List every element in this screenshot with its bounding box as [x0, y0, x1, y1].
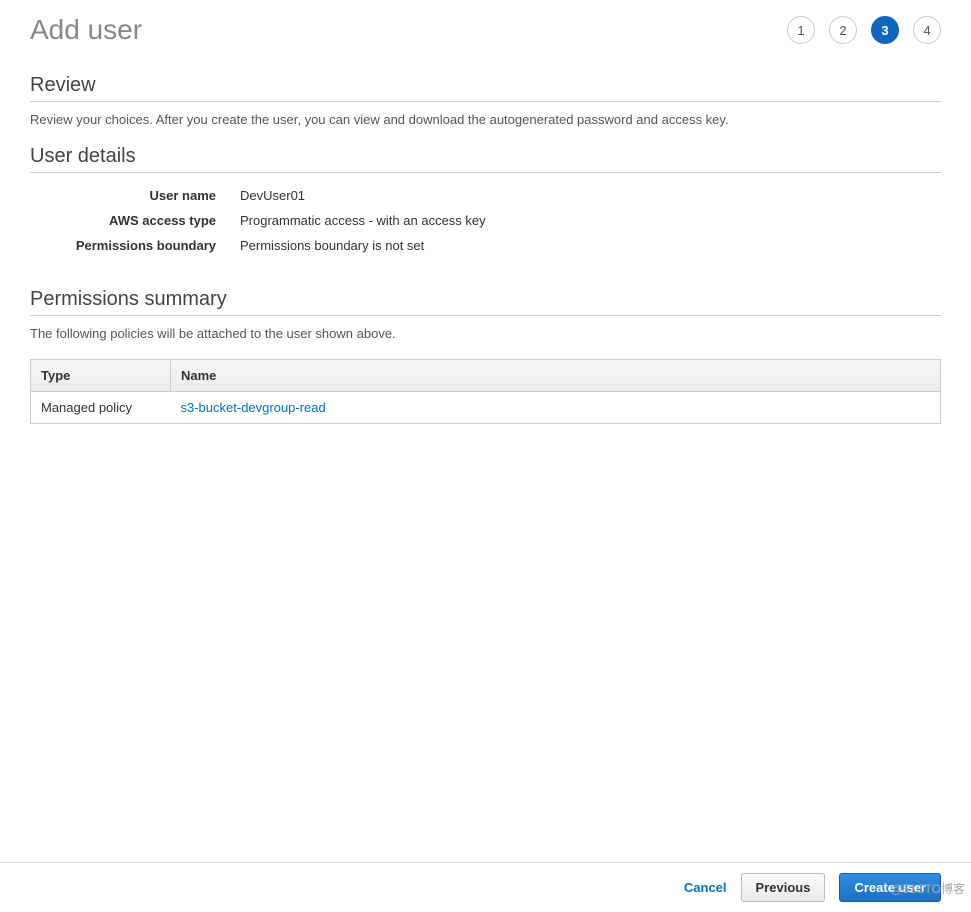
policy-row: Managed policy s3-bucket-devgroup-read: [31, 392, 941, 424]
user-details-table: User name DevUser01 AWS access type Prog…: [30, 183, 941, 258]
policy-type: Managed policy: [31, 392, 171, 424]
value-permissions-boundary: Permissions boundary is not set: [240, 233, 941, 258]
column-header-type: Type: [31, 360, 171, 392]
column-header-name: Name: [171, 360, 941, 392]
create-user-button[interactable]: Create user: [839, 873, 941, 902]
value-access-type: Programmatic access - with an access key: [240, 208, 941, 233]
wizard-stepper: 1 2 3 4: [787, 16, 941, 44]
permissions-policy-table: Type Name Managed policy s3-bucket-devgr…: [30, 359, 941, 424]
label-access-type: AWS access type: [30, 208, 240, 233]
permissions-summary-heading: Permissions summary: [30, 288, 941, 316]
review-heading: Review: [30, 74, 941, 102]
previous-button[interactable]: Previous: [741, 873, 826, 902]
detail-row-access-type: AWS access type Programmatic access - wi…: [30, 208, 941, 233]
label-permissions-boundary: Permissions boundary: [30, 233, 240, 258]
detail-row-permissions-boundary: Permissions boundary Permissions boundar…: [30, 233, 941, 258]
cancel-button[interactable]: Cancel: [684, 880, 727, 895]
review-description: Review your choices. After you create th…: [30, 112, 941, 127]
detail-row-username: User name DevUser01: [30, 183, 941, 208]
step-4[interactable]: 4: [913, 16, 941, 44]
permissions-summary-description: The following policies will be attached …: [30, 326, 941, 341]
page-title: Add user: [30, 14, 142, 46]
wizard-footer: Cancel Previous Create user: [0, 862, 971, 912]
policy-name-link[interactable]: s3-bucket-devgroup-read: [181, 400, 326, 415]
value-username: DevUser01: [240, 183, 941, 208]
label-username: User name: [30, 183, 240, 208]
step-2[interactable]: 2: [829, 16, 857, 44]
user-details-heading: User details: [30, 145, 941, 173]
step-3[interactable]: 3: [871, 16, 899, 44]
step-1[interactable]: 1: [787, 16, 815, 44]
